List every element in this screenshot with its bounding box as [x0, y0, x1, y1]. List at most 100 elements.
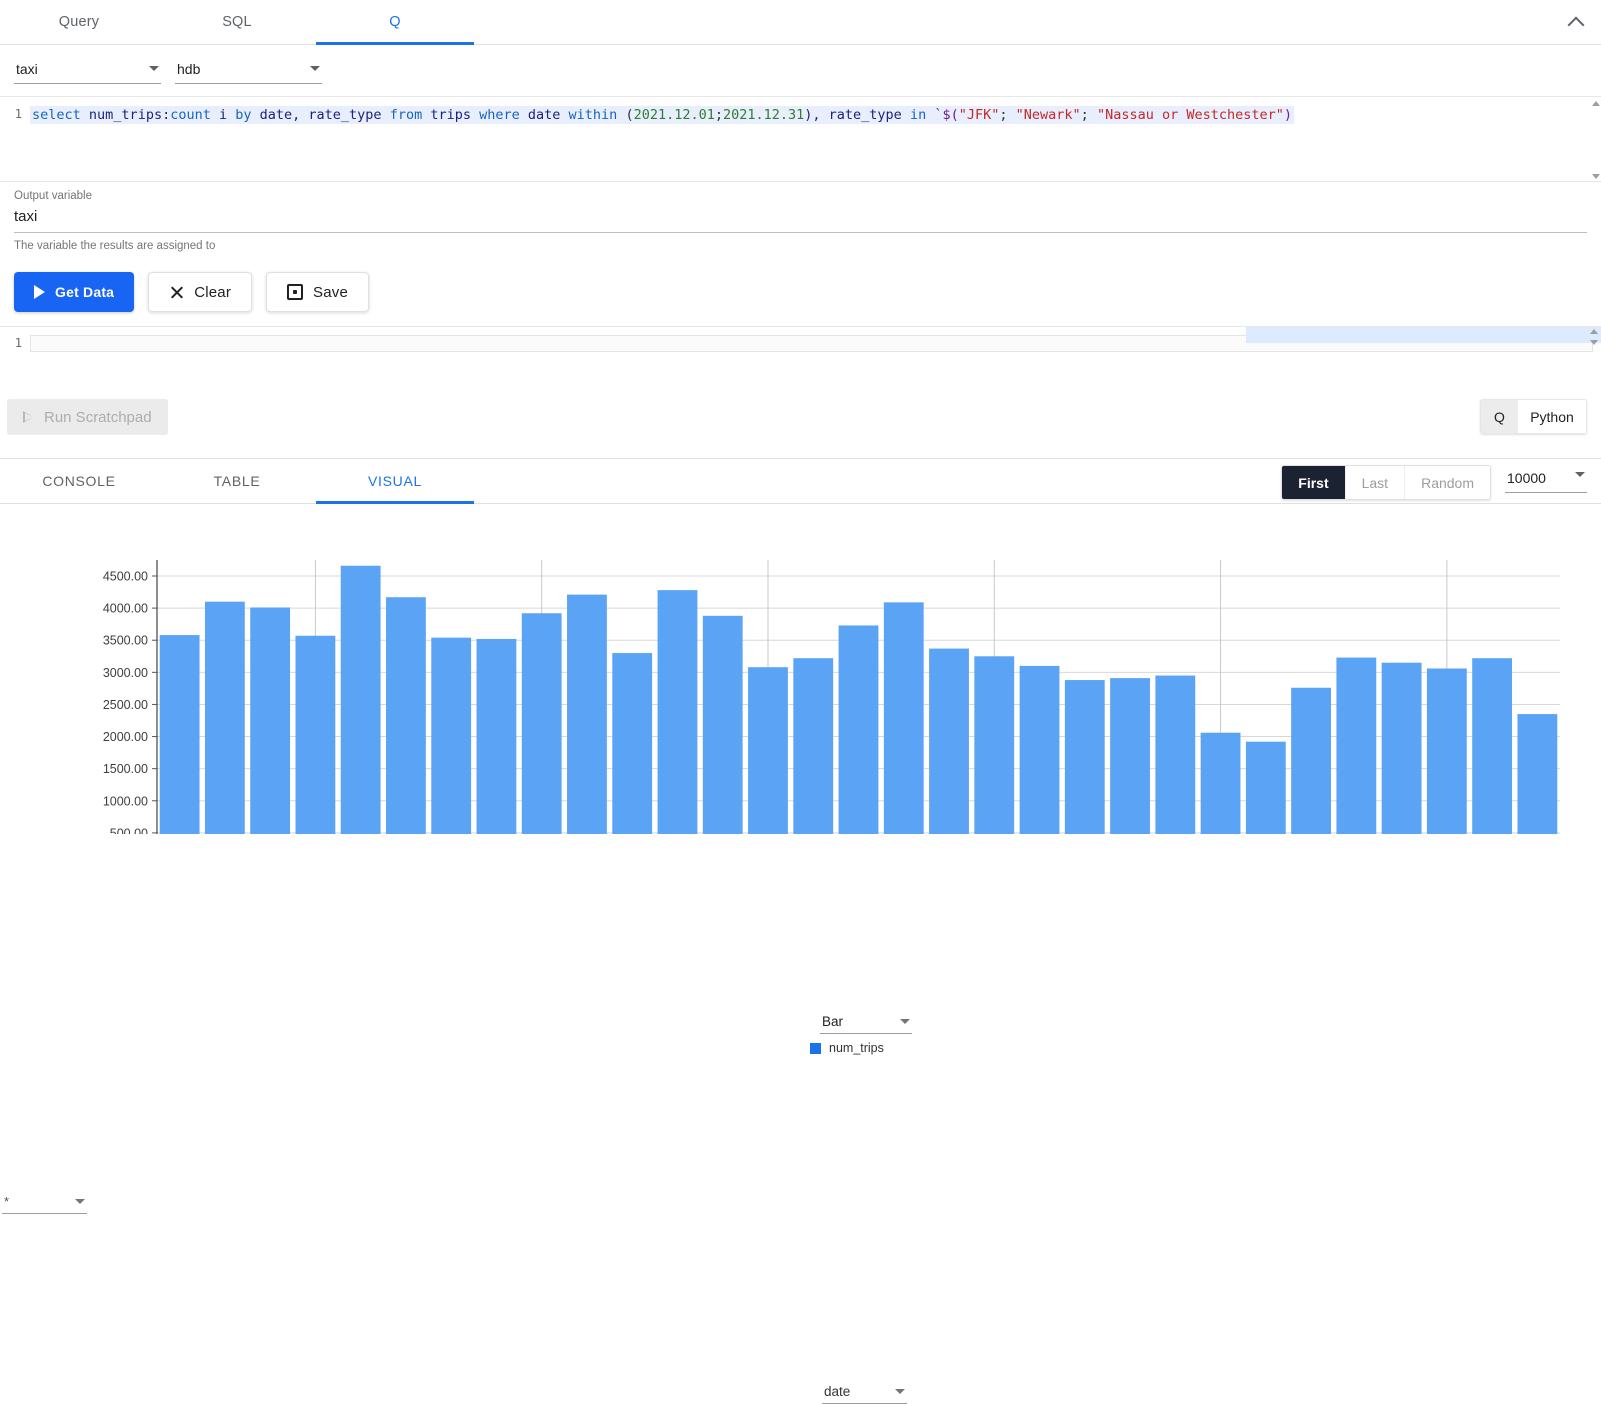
y-tick-label: 4000.00 — [103, 602, 148, 616]
tab-table[interactable]: TABLE — [158, 459, 316, 503]
code-token: ; — [1081, 107, 1097, 123]
run-scratchpad-label: Run Scratchpad — [44, 409, 152, 426]
bar[interactable] — [1291, 688, 1331, 834]
segment-last[interactable]: Last — [1346, 466, 1405, 499]
chart-type-select[interactable]: Bar — [820, 1014, 912, 1034]
output-variable-label: Output variable — [14, 190, 1587, 202]
y-tick-label: 3000.00 — [103, 666, 148, 680]
row-limit-select[interactable]: 10000 — [1505, 465, 1587, 493]
code-token: date — [520, 107, 569, 123]
x-axis-field-select[interactable]: date — [822, 1384, 907, 1404]
tab-sql-label: SQL — [222, 14, 252, 30]
tab-console[interactable]: CONSOLE — [0, 459, 158, 503]
bar[interactable] — [884, 602, 924, 834]
close-icon — [169, 285, 184, 300]
table-select[interactable]: taxi — [14, 59, 161, 84]
editor-scroll-up-arrow[interactable] — [1591, 101, 1599, 115]
clear-button[interactable]: Clear — [148, 272, 252, 312]
bar[interactable] — [748, 667, 788, 834]
bar[interactable] — [567, 595, 607, 834]
tab-query[interactable]: Query — [0, 0, 158, 44]
code-token: `$( — [926, 107, 959, 123]
chevron-down-icon — [310, 66, 320, 71]
chart-legend: num_trips — [810, 1041, 884, 1055]
tab-visual[interactable]: VISUAL — [316, 459, 474, 503]
y-axis-field-select[interactable]: * — [2, 1194, 87, 1214]
bar[interactable] — [295, 636, 335, 834]
bar[interactable] — [160, 635, 200, 834]
bar[interactable] — [1110, 678, 1150, 834]
tab-sql[interactable]: SQL — [158, 0, 316, 44]
scratchpad-scroll-down-arrow[interactable] — [1590, 340, 1598, 345]
bar[interactable] — [1382, 663, 1422, 834]
x-axis-field-value: date — [824, 1384, 850, 1399]
bar[interactable] — [1065, 680, 1105, 834]
editor-scroll-down-arrow[interactable] — [1591, 165, 1599, 179]
bar[interactable] — [1517, 714, 1557, 834]
scratchpad-editor[interactable]: 1 — [0, 326, 1601, 396]
y-tick-label: 2000.00 — [103, 730, 148, 744]
bar[interactable] — [477, 639, 517, 834]
get-data-button[interactable]: Get Data — [14, 272, 134, 312]
play-icon — [23, 411, 33, 423]
bar[interactable] — [703, 616, 743, 834]
save-label: Save — [313, 284, 348, 301]
bar[interactable] — [1427, 668, 1467, 834]
bar[interactable] — [1472, 658, 1512, 834]
action-button-row: Get Data Clear Save — [0, 252, 1601, 312]
bar[interactable] — [386, 597, 426, 834]
tab-q[interactable]: Q — [316, 0, 474, 44]
query-editor[interactable]: 1 select num_trips:count i by date, rate… — [0, 96, 1601, 182]
bar[interactable] — [793, 658, 833, 834]
bar[interactable] — [929, 649, 969, 834]
scratchpad-scroll-up-arrow[interactable] — [1590, 329, 1598, 334]
code-token: i — [211, 107, 235, 123]
bar[interactable] — [341, 566, 381, 834]
language-toggle: Q Python — [1480, 399, 1587, 434]
bar[interactable] — [431, 638, 471, 834]
y-tick-label: 500.00 — [110, 826, 148, 834]
segment-random[interactable]: Random — [1405, 466, 1490, 499]
y-tick-label: 4500.00 — [103, 570, 148, 584]
code-token: ) — [1284, 107, 1292, 123]
tier-select[interactable]: hdb — [175, 59, 322, 84]
segment-first[interactable]: First — [1282, 466, 1345, 499]
bar[interactable] — [522, 613, 562, 834]
save-button[interactable]: Save — [266, 272, 369, 312]
run-scratchpad-button[interactable]: Run Scratchpad — [7, 399, 168, 435]
chevron-up-icon — [1568, 17, 1585, 34]
bar[interactable] — [839, 625, 879, 834]
get-data-label: Get Data — [55, 284, 114, 300]
language-q-button[interactable]: Q — [1481, 400, 1518, 433]
save-icon — [287, 284, 303, 300]
query-code-text[interactable]: select num_trips:count i by date, rate_t… — [30, 106, 1294, 124]
legend-label-num-trips: num_trips — [829, 1041, 884, 1055]
code-token: "JFK" — [959, 107, 1000, 123]
bar[interactable] — [1336, 658, 1376, 834]
code-token: where — [479, 107, 520, 123]
code-token: num_trips — [89, 107, 162, 123]
bar[interactable] — [205, 602, 245, 834]
bar[interactable] — [612, 653, 652, 834]
collapse-panel-button[interactable] — [1561, 8, 1591, 38]
output-variable-hint: The variable the results are assigned to — [14, 233, 1587, 252]
bar[interactable] — [1155, 676, 1195, 834]
bar[interactable] — [974, 656, 1014, 834]
code-token: 2021.12.31 — [723, 107, 804, 123]
code-token: from — [390, 107, 423, 123]
bar[interactable] — [1020, 666, 1060, 834]
bar[interactable] — [658, 590, 698, 834]
clear-label: Clear — [194, 284, 231, 301]
bar[interactable] — [1201, 733, 1241, 834]
language-python-button[interactable]: Python — [1518, 400, 1586, 433]
tier-select-value: hdb — [177, 61, 200, 77]
y-axis-field-value: * — [4, 1194, 9, 1209]
bar[interactable] — [1246, 742, 1286, 834]
source-selectors: taxi hdb — [0, 45, 1601, 84]
output-variable-input[interactable]: taxi — [14, 202, 1587, 233]
code-token: : — [162, 107, 170, 123]
visual-chart-panel: Bar num_trips 0.00500.001000.001500.0020… — [0, 504, 1601, 941]
bar[interactable] — [250, 607, 290, 834]
play-icon — [34, 285, 45, 299]
code-token: 2021.12.01 — [634, 107, 715, 123]
